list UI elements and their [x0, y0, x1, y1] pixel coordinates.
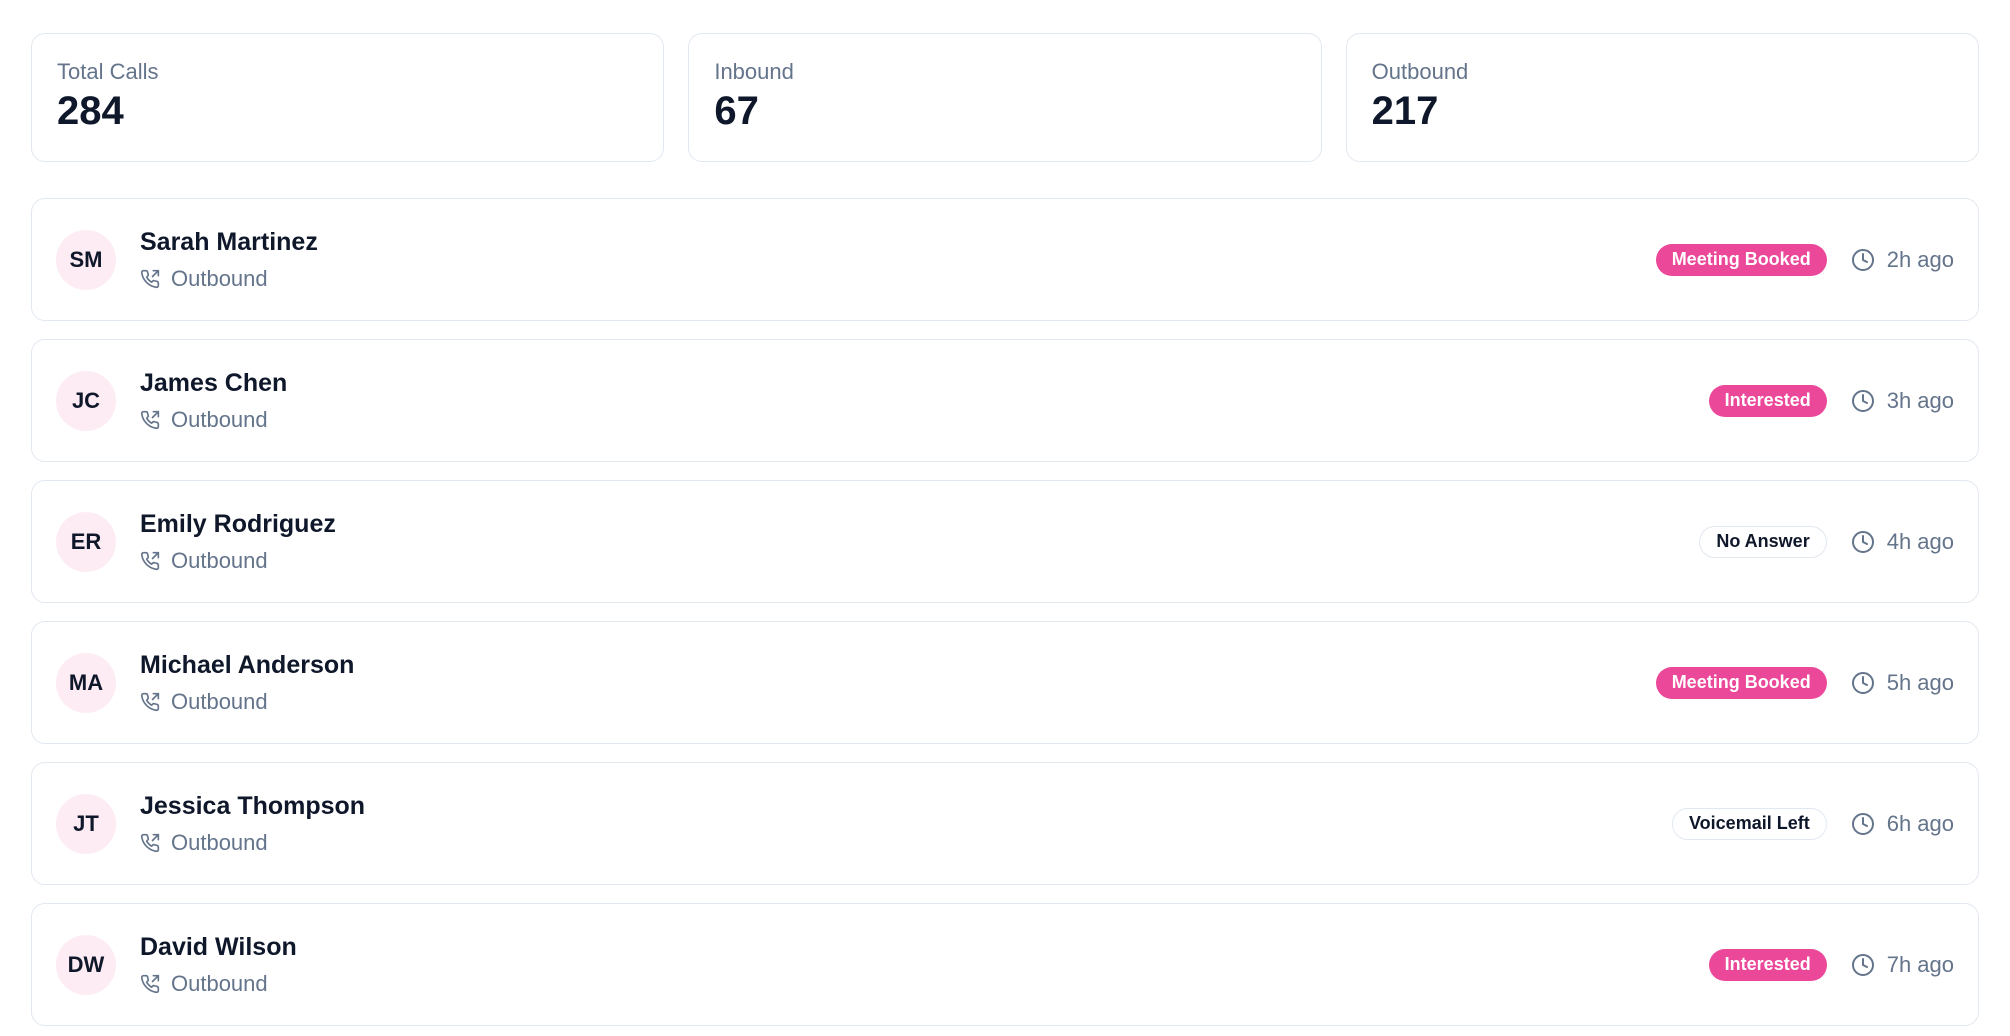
stat-value: 67 — [714, 89, 759, 134]
avatar: JC — [56, 370, 116, 431]
call-time: 5h ago — [1851, 670, 1954, 696]
contact-name: Sarah Martinez — [140, 228, 318, 256]
avatar: MA — [56, 652, 116, 713]
avatar: SM — [56, 229, 116, 290]
calls-dashboard: Total Calls 284 Inbound 67 Outbound 217 … — [0, 0, 2010, 1036]
direction-label: Outbound — [171, 971, 268, 996]
clock-icon — [1851, 671, 1875, 695]
avatar: DW — [56, 934, 116, 995]
stat-label: Outbound — [1371, 59, 1469, 84]
clock-icon — [1851, 389, 1875, 413]
stat-value: 284 — [57, 89, 124, 134]
status-badge: Interested — [1708, 948, 1827, 981]
call-info: Sarah Martinez Outbound — [140, 227, 318, 292]
call-time: 7h ago — [1851, 952, 1954, 978]
status-badge: Meeting Booked — [1655, 243, 1827, 276]
direction-label: Outbound — [171, 266, 268, 291]
call-row[interactable]: MA Michael Anderson Outbound Meeting Boo… — [31, 621, 1979, 744]
call-info: David Wilson Outbound — [140, 932, 297, 997]
stat-value: 217 — [1371, 89, 1439, 134]
call-time: 3h ago — [1851, 388, 1954, 414]
phone-outgoing-icon — [140, 974, 160, 994]
call-direction: Outbound — [140, 971, 297, 997]
status-badge: Voicemail Left — [1672, 807, 1827, 840]
status-badge: Interested — [1708, 384, 1827, 417]
direction-label: Outbound — [171, 407, 268, 432]
call-row[interactable]: JC James Chen Outbound Interested 3h ago — [31, 339, 1979, 462]
call-time: 4h ago — [1851, 529, 1954, 555]
phone-outgoing-icon — [140, 692, 160, 712]
contact-name: James Chen — [140, 369, 288, 397]
call-row[interactable]: SM Sarah Martinez Outbound Meeting Booke… — [31, 198, 1979, 321]
call-row[interactable]: JT Jessica Thompson Outbound Voicemail L… — [31, 762, 1979, 885]
clock-icon — [1851, 812, 1875, 836]
call-time: 6h ago — [1851, 811, 1954, 837]
stat-label: Total Calls — [57, 59, 159, 84]
call-direction: Outbound — [140, 548, 336, 574]
call-row[interactable]: ER Emily Rodriguez Outbound No Answer 4h… — [31, 480, 1979, 603]
phone-outgoing-icon — [140, 833, 160, 853]
avatar: ER — [56, 511, 116, 572]
direction-label: Outbound — [171, 548, 268, 573]
stat-card-inbound: Inbound 67 — [688, 33, 1322, 162]
phone-outgoing-icon — [140, 551, 160, 571]
contact-name: Emily Rodriguez — [140, 510, 336, 538]
phone-outgoing-icon — [140, 269, 160, 289]
clock-icon — [1851, 953, 1875, 977]
phone-outgoing-icon — [140, 410, 160, 430]
status-badge: Meeting Booked — [1655, 666, 1827, 699]
stat-card-total-calls: Total Calls 284 — [31, 33, 665, 162]
time-label: 2h ago — [1886, 246, 1954, 272]
call-direction: Outbound — [140, 407, 287, 433]
call-row[interactable]: DW David Wilson Outbound Interested 7h a… — [31, 903, 1979, 1026]
time-label: 4h ago — [1886, 528, 1954, 554]
time-label: 3h ago — [1886, 387, 1954, 413]
call-time: 2h ago — [1851, 247, 1954, 273]
call-direction: Outbound — [140, 689, 354, 715]
call-info: Emily Rodriguez Outbound — [140, 509, 336, 574]
call-direction: Outbound — [140, 266, 318, 292]
stat-card-outbound: Outbound 217 — [1345, 33, 1979, 162]
call-list: SM Sarah Martinez Outbound Meeting Booke… — [31, 198, 1979, 1026]
stat-label: Inbound — [714, 59, 794, 84]
contact-name: David Wilson — [140, 933, 297, 961]
call-direction: Outbound — [140, 830, 365, 856]
call-info: Michael Anderson Outbound — [140, 650, 354, 715]
time-label: 6h ago — [1886, 810, 1954, 836]
direction-label: Outbound — [171, 689, 268, 714]
contact-name: Michael Anderson — [140, 651, 355, 679]
time-label: 5h ago — [1886, 669, 1954, 695]
avatar: JT — [56, 793, 116, 854]
clock-icon — [1851, 248, 1875, 272]
clock-icon — [1851, 530, 1875, 554]
status-badge: No Answer — [1699, 525, 1827, 558]
time-label: 7h ago — [1886, 951, 1954, 977]
call-info: Jessica Thompson Outbound — [140, 791, 365, 856]
call-info: James Chen Outbound — [140, 368, 287, 433]
contact-name: Jessica Thompson — [140, 792, 366, 820]
stats-row: Total Calls 284 Inbound 67 Outbound 217 — [31, 33, 1979, 162]
direction-label: Outbound — [171, 830, 268, 855]
